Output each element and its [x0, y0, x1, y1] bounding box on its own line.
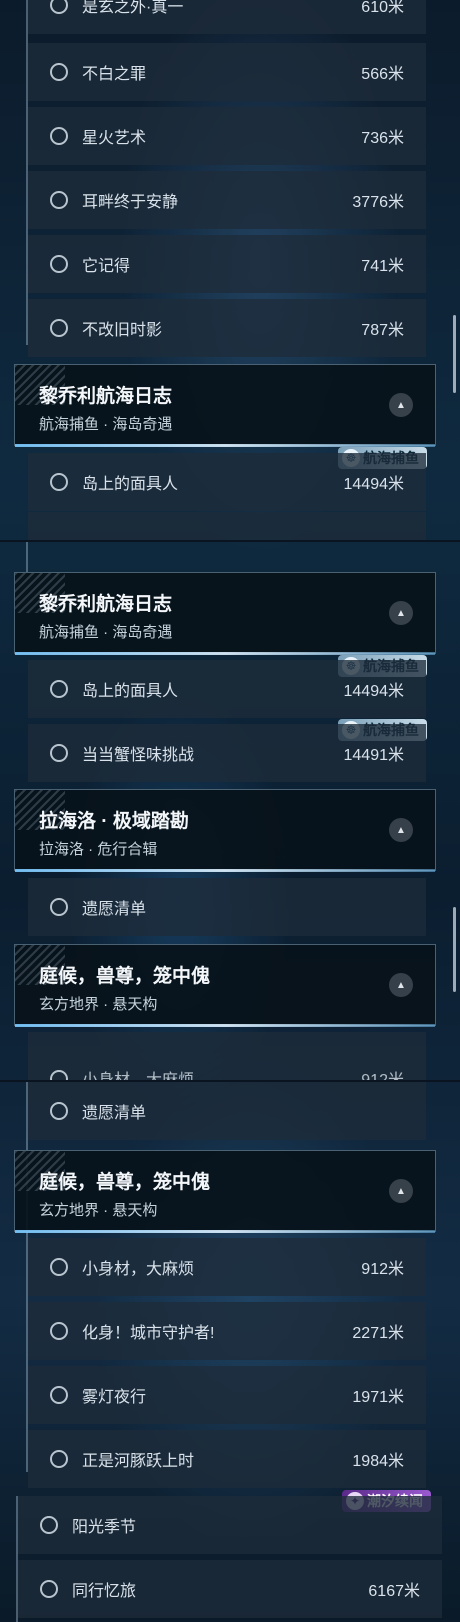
list-item[interactable]: 小身材，大麻烦 912米: [28, 1238, 426, 1296]
screen-panel-2: 黎乔利航海日志 航海捕鱼 · 海岛奇遇 ▲ ☸ 航海捕鱼 岛上的面具人 1449…: [0, 540, 460, 1082]
list-item[interactable]: 遗愿清单: [28, 1082, 426, 1140]
circle-icon: [50, 898, 68, 916]
circle-icon: [50, 1102, 68, 1120]
circle-icon: [50, 1386, 68, 1404]
list-item[interactable]: 星火艺术 736米: [28, 107, 426, 165]
list-item[interactable]: 正是河豚跃上时 1984米: [28, 1430, 426, 1488]
group-subtitle: 拉海洛 · 危行合辑: [39, 841, 158, 858]
list-item[interactable]: 岛上的面具人 14494米: [28, 453, 426, 511]
triangle-up-icon[interactable]: ▲: [389, 601, 413, 625]
group-title: 黎乔利航海日志: [39, 594, 173, 615]
list-item[interactable]: 耳畔终于安静 3776米: [28, 171, 426, 229]
triangle-up-icon[interactable]: ▲: [389, 393, 413, 417]
quest-group-header[interactable]: 庭候，兽尊，笼中傀 玄方地界 · 悬天构 ▲: [14, 1150, 436, 1233]
group-subtitle: 玄方地界 · 悬天构: [39, 1202, 158, 1219]
circle-icon: [50, 1258, 68, 1276]
list-item[interactable]: 它记得 741米: [28, 235, 426, 293]
circle-icon: [50, 0, 68, 14]
screen-panel-3: 遗愿清单 庭候，兽尊，笼中傀 玄方地界 · 悬天构 ▲ 小身材，大麻烦 912米…: [0, 1080, 460, 1622]
group-title: 黎乔利航海日志: [39, 386, 173, 407]
circle-icon: [50, 191, 68, 209]
group-subtitle: 玄方地界 · 悬天构: [39, 996, 158, 1013]
header-glow-line: [15, 1230, 435, 1233]
quest-group-header[interactable]: 拉海洛 · 极域踏勘 拉海洛 · 危行合辑 ▲: [14, 789, 436, 872]
circle-icon: [50, 473, 68, 491]
list-item[interactable]: 阳光季节: [18, 1496, 442, 1554]
list-item[interactable]: 岛上的面具人 14494米: [28, 660, 426, 718]
list-item[interactable]: 同行忆旅 6167米: [18, 1560, 442, 1618]
scrollbar-thumb[interactable]: [453, 907, 456, 992]
scrollbar-thumb[interactable]: [453, 315, 456, 393]
circle-icon: [50, 1450, 68, 1468]
circle-icon: [50, 1322, 68, 1340]
group-title: 拉海洛 · 极域踏勘: [39, 811, 189, 832]
circle-icon: [50, 255, 68, 273]
list-item[interactable]: 化身！城市守护者! 2271米: [28, 1302, 426, 1360]
header-glow-line: [15, 1024, 435, 1027]
quest-group-header[interactable]: 黎乔利航海日志 航海捕鱼 · 海岛奇遇 ▲: [14, 364, 436, 447]
circle-icon: [50, 127, 68, 145]
circle-icon: [50, 680, 68, 698]
list-item[interactable]: 不改旧时影 787米: [28, 299, 426, 357]
quest-group-header[interactable]: 黎乔利航海日志 航海捕鱼 · 海岛奇遇 ▲: [14, 572, 436, 655]
list-item[interactable]: 遗愿清单: [28, 878, 426, 936]
circle-icon: [50, 744, 68, 762]
triangle-up-icon[interactable]: ▲: [389, 973, 413, 997]
group-subtitle: 航海捕鱼 · 海岛奇遇: [39, 416, 173, 433]
group-title: 庭候，兽尊，笼中傀: [39, 966, 211, 987]
list-item[interactable]: 当当蟹怪味挑战 14491米: [28, 724, 426, 782]
timeline-line: [26, 542, 28, 572]
circle-icon: [50, 319, 68, 337]
circle-icon: [50, 63, 68, 81]
list-item-partial: [28, 512, 426, 540]
group-subtitle: 航海捕鱼 · 海岛奇遇: [39, 624, 173, 641]
triangle-up-icon[interactable]: ▲: [389, 818, 413, 842]
quest-group-header[interactable]: 庭候，兽尊，笼中傀 玄方地界 · 悬天构 ▲: [14, 944, 436, 1027]
circle-icon: [40, 1580, 58, 1598]
list-item[interactable]: 不白之罪 566米: [28, 43, 426, 101]
list-item-partial[interactable]: 小身材，大麻烦 912米: [28, 1032, 426, 1082]
group-title: 庭候，兽尊，笼中傀: [39, 1172, 211, 1193]
list-item[interactable]: 雾灯夜行 1971米: [28, 1366, 426, 1424]
header-glow-line: [15, 869, 435, 872]
list-item[interactable]: 是玄之外·真一 610米: [28, 0, 426, 34]
screen-panel-1: 是玄之外·真一 610米 不白之罪 566米 星火艺术 736米 耳畔终于安静 …: [0, 0, 460, 540]
triangle-up-icon[interactable]: ▲: [389, 1179, 413, 1203]
circle-icon: [40, 1516, 58, 1534]
